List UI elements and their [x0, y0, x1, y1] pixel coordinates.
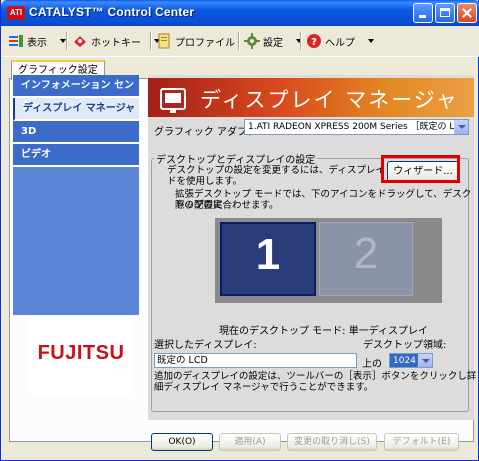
apply-button[interactable]: 適用(A) — [219, 433, 281, 451]
desc-line-2: ドを使用します。 — [167, 176, 243, 187]
discard-changes-button[interactable]: 変更の取り消し(S) — [287, 433, 377, 451]
chevron-down-icon[interactable] — [454, 120, 468, 134]
defaults-button[interactable]: デフォルト(E) — [384, 433, 459, 451]
group-title: デスクトップとディスプレイの設定 — [154, 151, 318, 166]
monitor-2-icon[interactable]: 2 — [319, 222, 413, 296]
gear-icon — [244, 33, 260, 49]
wizard-highlight — [381, 155, 460, 183]
sidebar-item-video[interactable]: ビデオ — [13, 144, 139, 167]
selected-display-label: 選択したディスプレイ: — [154, 340, 257, 351]
desktop-mode-text: 現在のデスクトップ モード: 単一ディスプレイ — [219, 326, 429, 337]
settings-menu-button[interactable]: 設定 — [244, 32, 302, 50]
toolbar-separator — [238, 32, 240, 50]
main-window: ATI CATALYST™ Control Center 表示 ホットキー プロ… — [0, 0, 479, 461]
adapter-value: 1.ATI RADEON XPRESS 200M Series ［既定の LC — [248, 122, 461, 132]
monitor-1-icon[interactable]: 1 — [220, 222, 316, 296]
close-button[interactable] — [457, 3, 477, 23]
footer-line-1: 追加のディスプレイの設定は、ツールバーの［表示］ボタンをクリックし詳 — [154, 371, 477, 382]
resolution-select[interactable]: 1024 x 768 — [389, 353, 433, 368]
hotkeys-label: ホットキー — [91, 37, 141, 49]
view-icon — [8, 33, 24, 49]
footer-line-2: 細ディスプレイ マネージャで行うことができます。 — [154, 382, 374, 393]
maximize-button[interactable] — [435, 3, 455, 23]
view-label: 表示 — [27, 37, 47, 49]
minimize-button[interactable] — [413, 3, 433, 23]
help-label: ヘルプ — [325, 37, 355, 49]
sidebar-item-3d[interactable]: 3D — [13, 121, 139, 144]
profile-icon — [156, 33, 172, 49]
window-title: CATALYST™ Control Center — [29, 5, 195, 19]
help-icon: ? — [306, 33, 322, 49]
display-manager-icon — [160, 88, 186, 113]
chevron-down-icon[interactable] — [418, 354, 432, 367]
help-menu-button[interactable]: ? ヘルプ — [306, 32, 374, 50]
title-bar[interactable]: ATI CATALYST™ Control Center — [1, 0, 479, 26]
monitor-2-number: 2 — [353, 229, 379, 278]
hotkey-icon — [72, 33, 88, 49]
logo-text: FUJITSU — [37, 342, 125, 364]
monitor-1-number: 1 — [255, 230, 281, 279]
on-label: 上の — [362, 359, 382, 370]
toolbar-separator — [300, 32, 302, 50]
ok-button[interactable]: OK(O) — [151, 433, 213, 451]
view-menu-button[interactable]: 表示 — [8, 32, 66, 50]
svg-text:?: ? — [311, 37, 317, 48]
hotkeys-menu-button[interactable]: ホットキー — [72, 32, 160, 50]
toolbar: 表示 ホットキー プロファイル 設定 ? ヘルプ — [2, 26, 479, 57]
chevron-down-icon — [368, 39, 374, 43]
page-banner: ディスプレイ マネージャ — [148, 78, 474, 117]
profiles-label: プロファイル — [175, 37, 235, 49]
fujitsu-logo: FUJITSU — [29, 318, 132, 396]
ati-app-icon: ATI — [7, 6, 25, 20]
toolbar-separator — [150, 32, 152, 50]
drag-line-2: 際の配置に合わせます。 — [175, 200, 279, 211]
sidebar-item-information-center[interactable]: インフォメーション センター — [13, 75, 139, 112]
sidebar-nav: インフォメーション センター ディスプレイ マネージャ 3D ビデオ — [13, 75, 139, 315]
toolbar-separator — [66, 32, 68, 50]
sidebar-item-display-manager[interactable]: ディスプレイ マネージャ — [13, 98, 139, 121]
desktop-area-label: デスクトップ領域: — [363, 340, 447, 351]
settings-label: 設定 — [263, 37, 283, 49]
selected-display-field[interactable]: 既定の LCD — [154, 353, 357, 368]
page-title: ディスプレイ マネージャ — [200, 88, 459, 112]
graphics-adapter-select[interactable]: 1.ATI RADEON XPRESS 200M Series ［既定の LC — [244, 119, 469, 135]
